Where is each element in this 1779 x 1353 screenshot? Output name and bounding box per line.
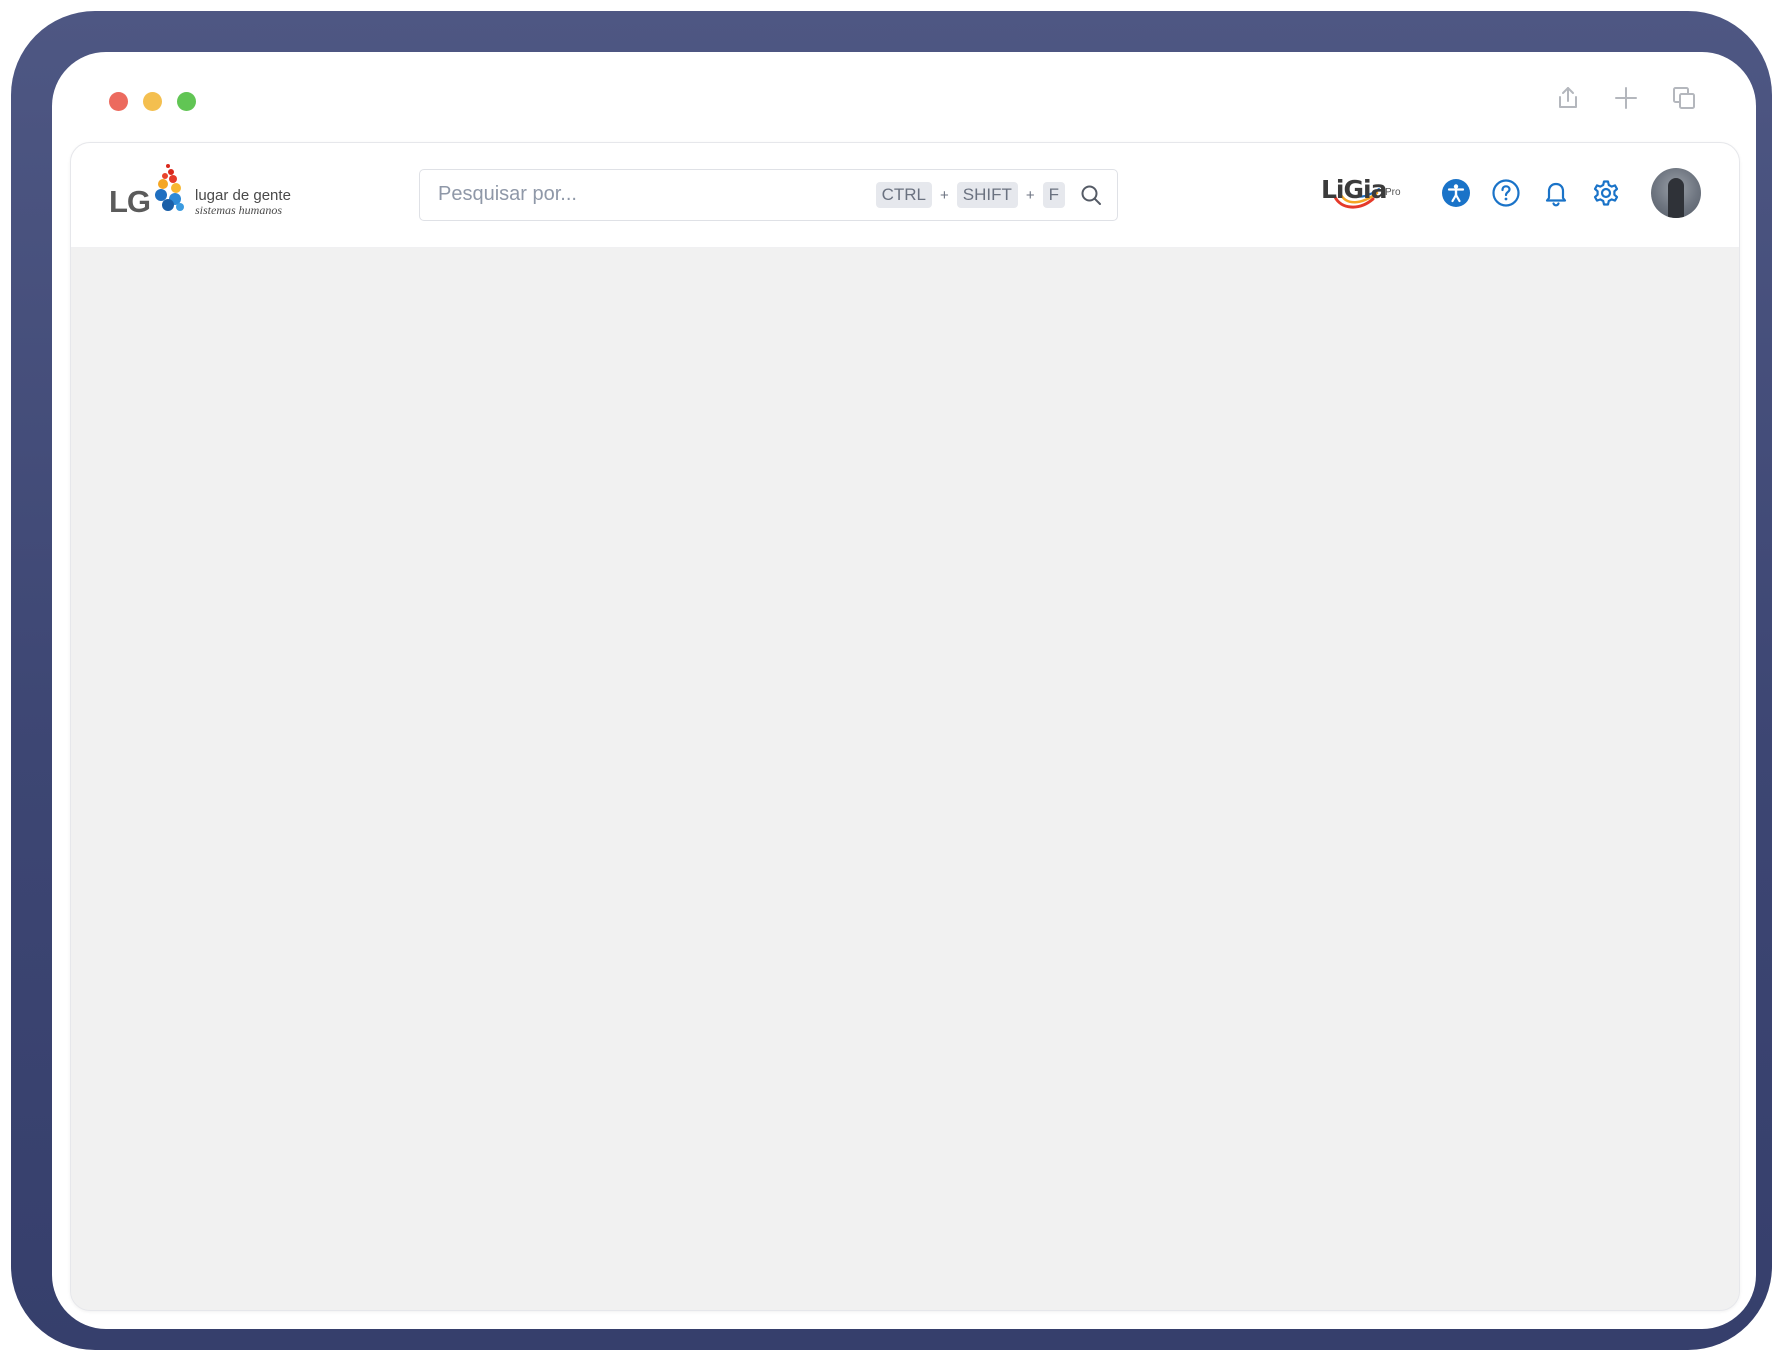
logo-name: lugar de gente — [195, 187, 291, 204]
search-button[interactable] — [1079, 183, 1103, 207]
search-shortcut: CTRL + SHIFT + F — [875, 182, 1103, 208]
ligia-wordmark: LiGia — [1321, 175, 1387, 204]
search-icon — [1081, 185, 1101, 205]
search-bar: CTRL + SHIFT + F — [419, 169, 1118, 221]
notifications-button[interactable] — [1539, 176, 1573, 210]
share-icon — [1559, 87, 1577, 108]
shortcut-key-f: F — [1042, 182, 1065, 208]
close-window-button[interactable] — [109, 92, 128, 111]
shortcut-plus: + — [1025, 186, 1035, 204]
logo-mark: LG — [109, 184, 151, 219]
tab-overview-button[interactable] — [1668, 82, 1700, 114]
plus-icon — [1615, 87, 1637, 109]
window-controls — [109, 92, 196, 111]
header-tools: LiGia Pro — [1319, 168, 1701, 218]
new-tab-button[interactable] — [1610, 82, 1642, 114]
shortcut-plus: + — [939, 186, 949, 204]
minimize-window-button[interactable] — [143, 92, 162, 111]
shortcut-key-shift: SHIFT — [956, 182, 1018, 208]
top-bar: LG lugar de gente sistemas humanos Pesqu… — [71, 143, 1739, 248]
bell-icon — [1545, 182, 1567, 207]
settings-button[interactable] — [1589, 176, 1623, 210]
device-frame: LG lugar de gente sistemas humanos Pesqu… — [11, 11, 1772, 1350]
user-avatar[interactable] — [1651, 168, 1701, 218]
logo-tagline: sistemas humanos — [195, 203, 283, 217]
share-button[interactable] — [1552, 82, 1584, 114]
app-container: LG lugar de gente sistemas humanos Pesqu… — [70, 142, 1740, 1311]
logo-bubbles-icon — [155, 164, 184, 211]
help-icon — [1492, 179, 1520, 207]
search-input[interactable] — [438, 170, 858, 219]
gear-icon — [1593, 180, 1619, 206]
help-button[interactable] — [1489, 176, 1523, 210]
accessibility-icon — [1442, 179, 1470, 207]
browser-window: LG lugar de gente sistemas humanos Pesqu… — [52, 52, 1756, 1329]
main-content — [71, 248, 1739, 1310]
copy-window-icon — [1673, 87, 1695, 109]
accessibility-button[interactable] — [1439, 176, 1473, 210]
ligia-pro-label: Pro — [1385, 187, 1401, 198]
ligia-pro-button[interactable]: LiGia Pro — [1319, 171, 1409, 215]
window-actions — [1552, 82, 1700, 114]
maximize-window-button[interactable] — [177, 92, 196, 111]
shortcut-key-ctrl: CTRL — [875, 182, 932, 208]
company-logo[interactable]: LG lugar de gente sistemas humanos — [109, 162, 299, 222]
